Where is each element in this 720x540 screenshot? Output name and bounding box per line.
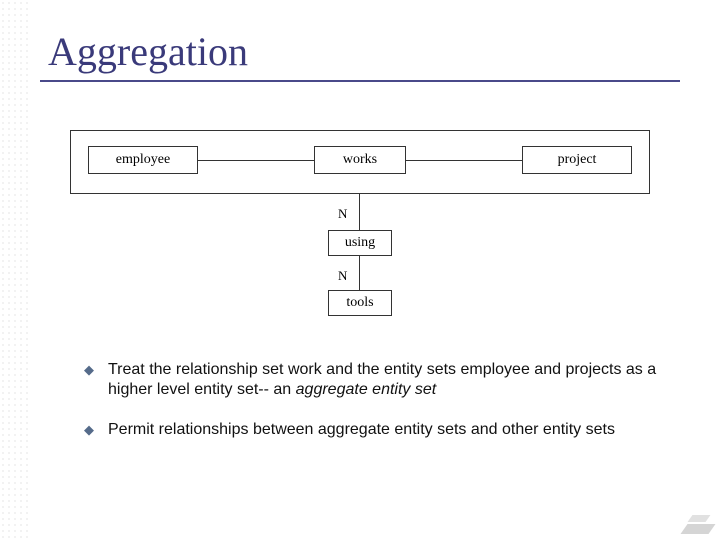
relationship-works: works <box>314 146 406 174</box>
list-item: ◆ Treat the relationship set work and th… <box>84 360 664 400</box>
list-item: ◆ Permit relationships between aggregate… <box>84 420 664 440</box>
background-grid <box>0 0 30 540</box>
title-underline <box>40 80 680 82</box>
edge-employee-works <box>198 160 314 161</box>
corner-decoration <box>672 504 712 534</box>
entity-tools: tools <box>328 290 392 316</box>
entity-employee: employee <box>88 146 198 174</box>
entity-project: project <box>522 146 632 174</box>
relationship-using: using <box>328 230 392 256</box>
er-diagram: employee works project using tools N N <box>70 130 650 340</box>
page-title: Aggregation <box>48 28 248 75</box>
cardinality-n-top: N <box>338 206 347 222</box>
edge-works-project <box>406 160 522 161</box>
edge-aggregate-using <box>359 194 360 230</box>
bullet-text: Treat the relationship set work and the … <box>108 360 664 400</box>
diamond-bullet-icon: ◆ <box>84 360 102 380</box>
cardinality-n-bottom: N <box>338 268 347 284</box>
bullet-list: ◆ Treat the relationship set work and th… <box>84 360 664 460</box>
diamond-bullet-icon: ◆ <box>84 420 102 440</box>
edge-using-tools <box>359 256 360 290</box>
bullet-text: Permit relationships between aggregate e… <box>108 420 615 440</box>
